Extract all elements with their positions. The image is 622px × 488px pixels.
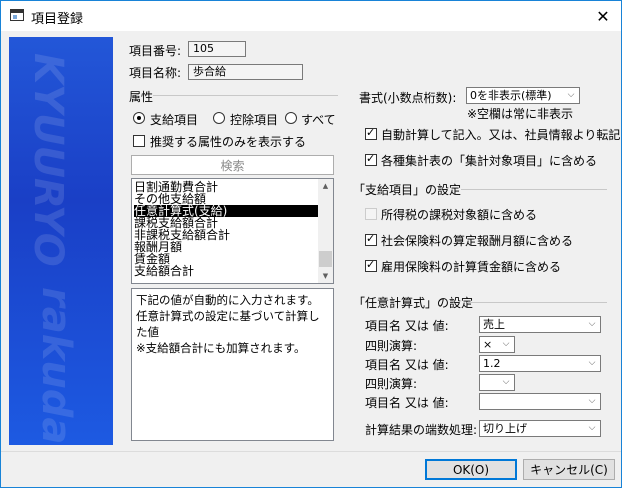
operand1-label: 項目名 又は 値: (365, 319, 449, 333)
payment-section-title: 「支給項目」の設定 (353, 183, 462, 197)
rounding-select[interactable]: 切り上げ ⌵ (479, 420, 601, 437)
attribute-listbox[interactable]: 日割通勤費合計 その他支給額 任意計算式(支給) 課税支給額合計 非課税支給額合… (131, 178, 334, 284)
chevron-down-icon[interactable]: ⌵ (499, 376, 513, 389)
aggregate-target-label[interactable]: 各種集計表の「集計対象項目」に含める (381, 152, 597, 169)
chevron-down-icon[interactable]: ⌵ (585, 422, 599, 435)
operator2-label: 四則演算: (365, 377, 418, 391)
radio-payment-item-label[interactable]: 支給項目 (150, 111, 198, 128)
scroll-thumb[interactable] (319, 251, 332, 267)
item-number-field: 105 (188, 41, 246, 57)
format-select-value: 0を非表示(標準) (470, 89, 552, 102)
title-bar[interactable]: 項目登録 ✕ (1, 1, 621, 31)
radio-all[interactable] (285, 112, 297, 124)
item-number-label: 項目番号: (129, 44, 182, 58)
list-scrollbar[interactable]: ▲ ▼ (318, 179, 333, 283)
window-app-icon (10, 9, 24, 21)
chevron-down-icon[interactable]: ⌵ (499, 338, 513, 351)
income-tax-label[interactable]: 所得税の課税対象額に含める (381, 206, 537, 223)
operand2-value: 1.2 (483, 357, 501, 370)
side-banner-image: KYUURYO rakuda (9, 37, 113, 445)
attributes-divider (153, 95, 338, 96)
rounding-label: 計算結果の端数処理: (365, 423, 478, 437)
radio-all-label[interactable]: すべて (301, 111, 336, 128)
attributes-label: 属性 (129, 90, 154, 104)
formula-section-divider (467, 302, 607, 303)
radio-deduction-item-label[interactable]: 控除項目 (230, 111, 278, 128)
recommended-only-checkbox[interactable] (133, 135, 145, 147)
list-item[interactable]: 支給額合計 (134, 265, 194, 277)
format-note: ※空欄は常に非表示 (467, 107, 574, 121)
item-name-field[interactable]: 歩合給 (188, 64, 303, 80)
employment-insurance-label[interactable]: 雇用保険料の計算賃金額に含める (381, 258, 561, 275)
auto-calc-label[interactable]: 自動計算して記入。又は、社員情報より転記 (381, 126, 620, 143)
chevron-down-icon[interactable]: ⌵ (564, 89, 578, 102)
banner-watermark-bottom: rakuda (33, 287, 79, 445)
operand2-select[interactable]: 1.2 ⌵ (479, 355, 601, 372)
social-insurance-label[interactable]: 社会保険料の算定報酬月額に含める (381, 232, 573, 249)
close-button[interactable]: ✕ (585, 1, 621, 31)
search-button[interactable]: 検索 (131, 155, 334, 175)
operator1-value: × (483, 338, 493, 351)
radio-deduction-item[interactable] (213, 112, 225, 124)
employment-insurance-checkbox[interactable] (365, 258, 377, 272)
ok-button[interactable]: OK(O) (425, 459, 517, 480)
auto-calc-checkbox[interactable] (365, 126, 377, 140)
operand1-select[interactable]: 売上 ⌵ (479, 316, 601, 333)
banner-watermark-top: KYUURYO (25, 53, 71, 267)
scroll-up-icon[interactable]: ▲ (318, 179, 333, 193)
close-icon: ✕ (596, 6, 610, 26)
operator1-label: 四則演算: (365, 339, 418, 353)
operand1-value: 売上 (483, 318, 505, 331)
formula-section-title: 「任意計算式」の設定 (353, 296, 474, 310)
chevron-down-icon[interactable]: ⌵ (585, 357, 599, 370)
dialog-window: 項目登録 ✕ KYUURYO rakuda 項目番号: 105 項目名称: 歩合… (0, 0, 622, 488)
operand2-label: 項目名 又は 値: (365, 358, 449, 372)
operator1-select[interactable]: × ⌵ (479, 336, 515, 353)
rounding-value: 切り上げ (483, 422, 527, 435)
operand3-label: 項目名 又は 値: (365, 396, 449, 410)
income-tax-checkbox[interactable] (365, 208, 377, 220)
radio-payment-item[interactable] (133, 112, 145, 124)
cancel-button[interactable]: キャンセル(C) (523, 459, 615, 480)
operator2-select[interactable]: ⌵ (479, 374, 515, 391)
format-select[interactable]: 0を非表示(標準) ⌵ (466, 87, 580, 104)
aggregate-target-checkbox[interactable] (365, 152, 377, 166)
format-label: 書式(小数点桁数): (359, 91, 457, 105)
scroll-down-icon[interactable]: ▼ (318, 269, 333, 283)
chevron-down-icon[interactable]: ⌵ (585, 318, 599, 331)
window-title: 項目登録 (31, 12, 84, 27)
recommended-only-label[interactable]: 推奨する属性のみを表示する (150, 133, 306, 150)
payment-section-divider (461, 189, 607, 190)
social-insurance-checkbox[interactable] (365, 232, 377, 246)
item-name-label: 項目名称: (129, 66, 182, 80)
attribute-description: 下記の値が自動的に入力されます。 任意計算式の設定に基づいて計算した値 ※支給額… (131, 288, 334, 441)
operand3-select[interactable]: ⌵ (479, 393, 601, 410)
chevron-down-icon[interactable]: ⌵ (585, 395, 599, 408)
